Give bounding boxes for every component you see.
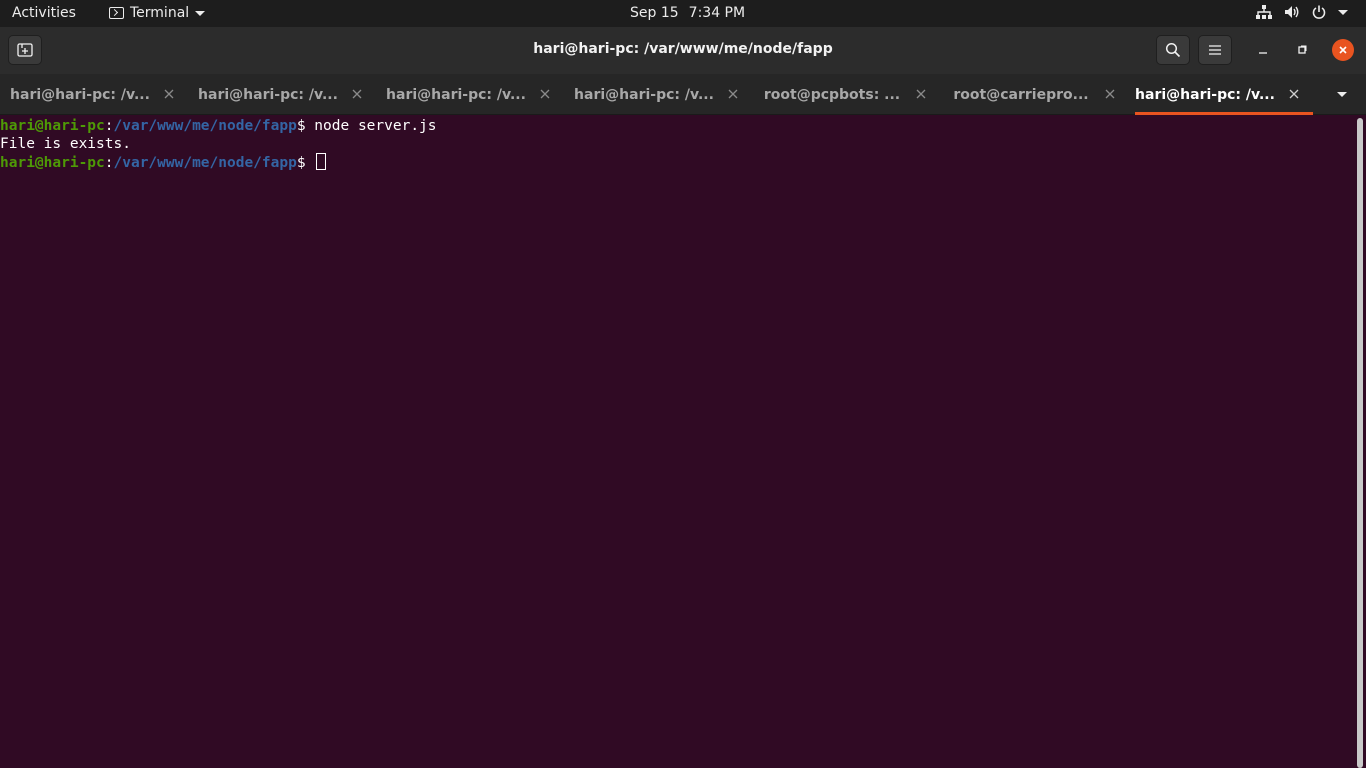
restore-icon: [1298, 45, 1307, 54]
clock-date: Sep 15: [630, 5, 679, 21]
prompt-symbol: $: [296, 118, 315, 134]
tab-label: root@carriepro...: [953, 86, 1089, 103]
tab-label: hari@hari-pc: /v...: [574, 86, 714, 103]
tab-close-icon[interactable]: [1103, 87, 1117, 101]
prompt-user-host: hari@hari-pc: [0, 118, 105, 134]
network-icon[interactable]: [1256, 5, 1272, 19]
app-menu-label: Terminal: [130, 5, 190, 21]
chevron-down-icon: [195, 10, 206, 16]
minimize-button[interactable]: [1253, 40, 1273, 60]
tab-close-icon[interactable]: [726, 87, 740, 101]
system-top-bar: Activities Terminal Sep 15 7:34 PM: [0, 0, 1366, 27]
tab-close-icon[interactable]: [1287, 87, 1301, 101]
tab-bar: hari@hari-pc: /v... hari@hari-pc: /v... …: [0, 74, 1366, 115]
close-icon: [1339, 46, 1347, 54]
app-menu[interactable]: Terminal: [109, 5, 206, 21]
tab-label: root@pcpbots: ...: [763, 86, 901, 103]
terminal-line: File is exists.: [0, 135, 1356, 153]
window-header-bar: hari@hari-pc: /var/www/me/node/fapp: [0, 27, 1366, 74]
tab-close-icon[interactable]: [538, 87, 552, 101]
tab-3[interactable]: hari@hari-pc: /v...: [386, 74, 564, 115]
tab-7-active[interactable]: hari@hari-pc: /v...: [1135, 74, 1313, 115]
clock[interactable]: Sep 15 7:34 PM: [630, 5, 745, 21]
prompt-symbol: $: [296, 155, 315, 171]
prompt-path: /var/www/me/node/fapp: [113, 155, 297, 171]
tab-close-icon[interactable]: [350, 87, 364, 101]
terminal-scrollbar[interactable]: [1357, 118, 1363, 768]
tab-close-icon[interactable]: [162, 87, 176, 101]
prompt-separator: :: [104, 155, 114, 171]
tab-label: hari@hari-pc: /v...: [386, 86, 526, 103]
volume-icon[interactable]: [1284, 5, 1300, 19]
minimize-icon: [1259, 52, 1267, 54]
system-tray[interactable]: [1256, 5, 1348, 19]
terminal-line: hari@hari-pc:/var/www/me/node/fapp$: [0, 153, 1356, 171]
power-icon[interactable]: [1312, 5, 1326, 19]
tab-5[interactable]: root@pcpbots: ...: [762, 74, 940, 115]
prompt-separator: :: [104, 118, 114, 134]
command-output: File is exists.: [0, 136, 131, 152]
search-button[interactable]: [1156, 35, 1190, 65]
terminal-line: hari@hari-pc:/var/www/me/node/fapp$ node…: [0, 117, 1356, 135]
hamburger-menu-button[interactable]: [1198, 35, 1232, 65]
prompt-path: /var/www/me/node/fapp: [113, 118, 297, 134]
activities-button[interactable]: Activities: [12, 5, 76, 21]
text-cursor: [316, 153, 327, 170]
search-icon: [1165, 42, 1181, 58]
terminal-icon: [109, 7, 124, 19]
clock-time: 7:34 PM: [688, 5, 746, 21]
tab-close-icon[interactable]: [914, 87, 928, 101]
maximize-button[interactable]: [1292, 40, 1312, 60]
tab-1[interactable]: hari@hari-pc: /v...: [10, 74, 188, 115]
prompt-user-host: hari@hari-pc: [0, 155, 105, 171]
tab-label: hari@hari-pc: /v...: [1135, 86, 1275, 103]
terminal-output[interactable]: hari@hari-pc:/var/www/me/node/fapp$ node…: [0, 115, 1356, 768]
system-menu-caret-icon[interactable]: [1338, 9, 1348, 15]
tab-6[interactable]: root@carriepro...: [951, 74, 1129, 115]
command-text: node server.js: [314, 118, 437, 134]
tabs-overflow-chevron-icon[interactable]: [1337, 92, 1347, 97]
tab-label: hari@hari-pc: /v...: [198, 86, 338, 103]
tab-4[interactable]: hari@hari-pc: /v...: [574, 74, 752, 115]
close-button[interactable]: [1332, 39, 1354, 61]
tab-2[interactable]: hari@hari-pc: /v...: [198, 74, 376, 115]
hamburger-icon: [1209, 45, 1221, 55]
tab-label: hari@hari-pc: /v...: [10, 86, 150, 103]
